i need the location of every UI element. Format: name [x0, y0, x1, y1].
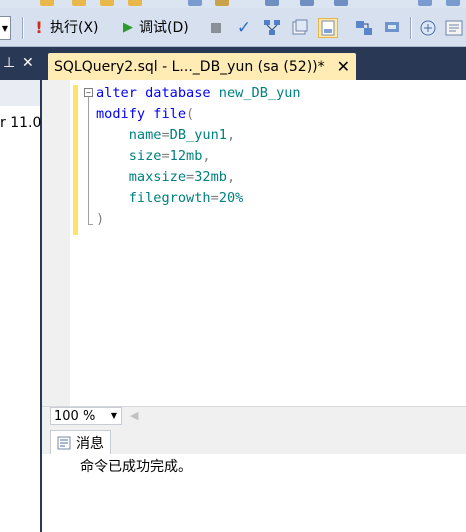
- chevron-down-icon: ▼: [1, 23, 9, 33]
- play-icon: ▶: [123, 19, 133, 35]
- code-line[interactable]: ): [96, 209, 301, 230]
- toolbar-icon[interactable]: [418, 0, 432, 6]
- code-token: DB_yun1: [169, 127, 227, 143]
- messages-tab-label: 消息: [76, 435, 104, 452]
- toolbar-separator: [22, 17, 23, 39]
- plan-icon: [420, 20, 436, 36]
- toolbar-icon[interactable]: [446, 0, 460, 6]
- execution-plan-icon: [264, 20, 280, 35]
- code-token: =: [161, 127, 170, 143]
- code-line[interactable]: modify file(: [96, 104, 301, 125]
- navigate-icon[interactable]: [334, 0, 348, 6]
- query-options-icon: [292, 19, 308, 35]
- results-to-grid-button[interactable]: [354, 18, 374, 38]
- change-indicator: [73, 85, 78, 235]
- scroll-left-icon[interactable]: ◀: [130, 409, 138, 422]
- toolbar-icon[interactable]: [215, 0, 229, 6]
- debug-button[interactable]: ▶ 调试(D): [121, 15, 189, 39]
- chevron-down-icon: ▼: [110, 411, 117, 420]
- results-text-icon: [321, 20, 335, 36]
- sql-editor-toolbar: ▼ ! 执行(X) ▶ 调试(D) ✓: [0, 8, 466, 47]
- exclamation-icon: !: [35, 17, 43, 37]
- save-icon[interactable]: [100, 0, 114, 6]
- code-token: name: [96, 127, 162, 143]
- stop-icon: [211, 23, 221, 33]
- close-icon[interactable]: ✕: [22, 55, 34, 71]
- code-token: new_DB_yun: [210, 85, 301, 101]
- results-to-file-button[interactable]: [382, 18, 402, 38]
- top-toolbar-strip: [0, 0, 466, 8]
- results-to-text-button[interactable]: [318, 18, 338, 38]
- code-line[interactable]: size=12mb,: [96, 146, 301, 167]
- close-icon[interactable]: ✕: [337, 57, 350, 76]
- code-token: 20%: [218, 190, 244, 206]
- query-editor[interactable]: − alter database new_DB_yun modify file( …: [42, 80, 466, 406]
- editor-gutter: [42, 80, 70, 406]
- code-token: =: [186, 169, 195, 185]
- stop-button[interactable]: [206, 18, 226, 38]
- fold-guide: [88, 97, 89, 225]
- debug-label: 调试(D): [139, 20, 189, 36]
- checkmark-icon: ✓: [236, 18, 252, 38]
- code-token: alter: [96, 85, 137, 101]
- undo-icon[interactable]: [265, 0, 279, 6]
- query-options-button[interactable]: [290, 18, 310, 38]
- comment-button[interactable]: [444, 18, 464, 38]
- database-dropdown[interactable]: ▼: [0, 16, 11, 40]
- results-file-icon: [385, 22, 399, 32]
- code-token: ,: [226, 169, 236, 185]
- tab-title: SQLQuery2.sql - L..._DB_yun (sa (52))*: [54, 58, 325, 75]
- object-explorer-toolbar: [0, 80, 40, 106]
- messages-icon: [57, 436, 71, 449]
- code-line[interactable]: filegrowth=20%: [96, 188, 301, 209]
- save-all-icon[interactable]: [128, 0, 142, 6]
- tab-messages[interactable]: 消息: [50, 430, 111, 454]
- result-message: 命令已成功完成。: [80, 459, 192, 475]
- comment-icon: [445, 20, 463, 36]
- code-token: ): [96, 211, 105, 227]
- parse-button[interactable]: ✓: [234, 18, 254, 38]
- code-token: (: [186, 106, 195, 122]
- open-icon[interactable]: [72, 0, 86, 6]
- execute-label: 执行(X): [50, 20, 99, 36]
- code-token: 12mb: [169, 148, 203, 164]
- code-token: filegrowth: [96, 190, 211, 206]
- server-node-label[interactable]: r 11.0: [0, 115, 41, 131]
- open-icon[interactable]: [40, 0, 54, 6]
- code-token: maxsize: [96, 169, 187, 185]
- toolbar-separator: [410, 17, 411, 39]
- zoom-select[interactable]: 100 % ▼: [50, 407, 122, 425]
- editor-status-bar: 100 % ▼ ◀: [42, 406, 466, 427]
- estimated-plan-button[interactable]: [262, 18, 282, 38]
- include-plan-button[interactable]: [418, 18, 438, 38]
- tab-sqlquery2[interactable]: SQLQuery2.sql - L..._DB_yun (sa (52))* ✕: [48, 53, 356, 80]
- toolbar-icon[interactable]: [188, 0, 202, 6]
- code-token: ,: [226, 127, 236, 143]
- fold-guide-end: [88, 224, 93, 225]
- execute-button[interactable]: ! 执行(X): [32, 15, 99, 39]
- code-token: modify: [96, 106, 146, 122]
- code-token: =: [161, 148, 170, 164]
- pin-icon[interactable]: ⊥: [3, 55, 15, 71]
- results-tab-bar: 消息: [42, 426, 466, 454]
- results-grid-icon: [356, 21, 372, 35]
- code-token: size: [96, 148, 162, 164]
- code-line[interactable]: name=DB_yun1,: [96, 125, 301, 146]
- object-explorer-panel: [0, 80, 42, 532]
- code-line[interactable]: alter database new_DB_yun: [96, 83, 301, 104]
- zoom-value: 100 %: [54, 408, 96, 424]
- code-token: =: [210, 190, 219, 206]
- messages-pane: 命令已成功完成。: [42, 454, 466, 532]
- code-line[interactable]: maxsize=32mb,: [96, 167, 301, 188]
- code-token: file: [153, 106, 187, 122]
- collapse-icon[interactable]: −: [84, 88, 93, 97]
- code-text[interactable]: alter database new_DB_yun modify file( na…: [96, 83, 301, 230]
- redo-icon[interactable]: [300, 0, 314, 6]
- code-token: 32mb: [194, 169, 227, 185]
- code-token: ,: [202, 148, 211, 164]
- code-token: database: [145, 85, 211, 101]
